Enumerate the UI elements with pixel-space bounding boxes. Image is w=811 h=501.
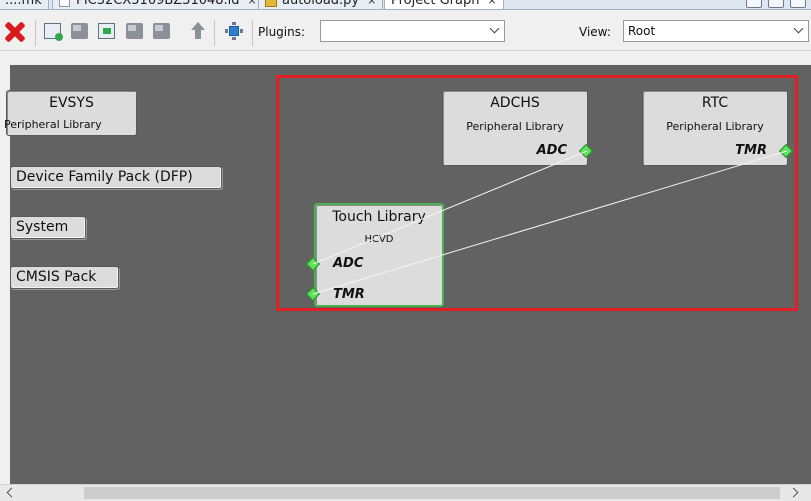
toolbar-separator [252, 20, 253, 46]
import-icon[interactable] [98, 23, 115, 39]
tab-autoload-py[interactable]: autoload.py × [258, 0, 384, 9]
close-icon[interactable]: × [488, 0, 497, 7]
toolbar-separator [35, 20, 36, 46]
tab-label: ....mk [5, 0, 42, 8]
scroll-left-icon[interactable] [6, 487, 17, 498]
close-icon[interactable]: × [248, 0, 257, 7]
python-file-icon [265, 0, 277, 7]
tab-label: Project Graph [391, 0, 480, 8]
grey-component-icon[interactable] [126, 23, 143, 39]
selection-highlight [276, 75, 798, 311]
plugins-label: Plugins: [258, 25, 306, 39]
chevron-down-icon [489, 23, 500, 34]
tab-mk-file[interactable]: ....mk [0, 0, 49, 9]
component-evsys[interactable]: EVSYS Peripheral Library [4, 90, 137, 136]
view-dropdown[interactable]: Root [623, 20, 809, 42]
group-icon[interactable] [153, 23, 170, 39]
graph-toolbar: Plugins: View: Root [0, 11, 811, 51]
component-subtitle: Peripheral Library [4, 118, 102, 131]
chevron-down-icon [793, 23, 804, 34]
window-restore-icon[interactable] [768, 0, 784, 8]
tab-label: PIC32CX5109BZ31048.ld [76, 0, 240, 8]
delete-icon[interactable] [4, 21, 26, 43]
tab-project-graph[interactable]: Project Graph × [384, 0, 504, 9]
tab-linker-script[interactable]: PIC32CX5109BZ31048.ld × [52, 0, 264, 9]
scrollbar-thumb[interactable] [84, 487, 780, 499]
remove-component-icon[interactable] [71, 23, 88, 39]
window-maximize-icon[interactable] [790, 0, 806, 8]
add-component-icon[interactable] [44, 23, 63, 41]
close-icon[interactable]: × [367, 0, 376, 7]
view-label: View: [579, 25, 611, 39]
component-title: EVSYS [49, 95, 94, 111]
component-system[interactable]: System [10, 216, 86, 239]
mplab-project-graph-window: ....mk PIC32CX5109BZ31048.ld × autoload.p… [0, 0, 811, 501]
up-arrow-icon[interactable] [190, 22, 206, 40]
editor-tab-strip: ....mk PIC32CX5109BZ31048.ld × autoload.p… [0, 0, 811, 10]
chip-icon[interactable] [225, 22, 243, 40]
tab-label: autoload.py [282, 0, 360, 8]
document-icon [59, 0, 70, 7]
view-value: Root [628, 24, 656, 38]
scroll-right-icon[interactable] [788, 487, 799, 498]
horizontal-scrollbar[interactable] [0, 484, 811, 501]
window-menu-icon[interactable] [746, 0, 762, 8]
plugins-dropdown[interactable] [320, 20, 505, 42]
component-cmsis-pack[interactable]: CMSIS Pack [10, 266, 119, 289]
toolbar-separator [214, 20, 215, 46]
component-dfp[interactable]: Device Family Pack (DFP) [10, 166, 222, 189]
